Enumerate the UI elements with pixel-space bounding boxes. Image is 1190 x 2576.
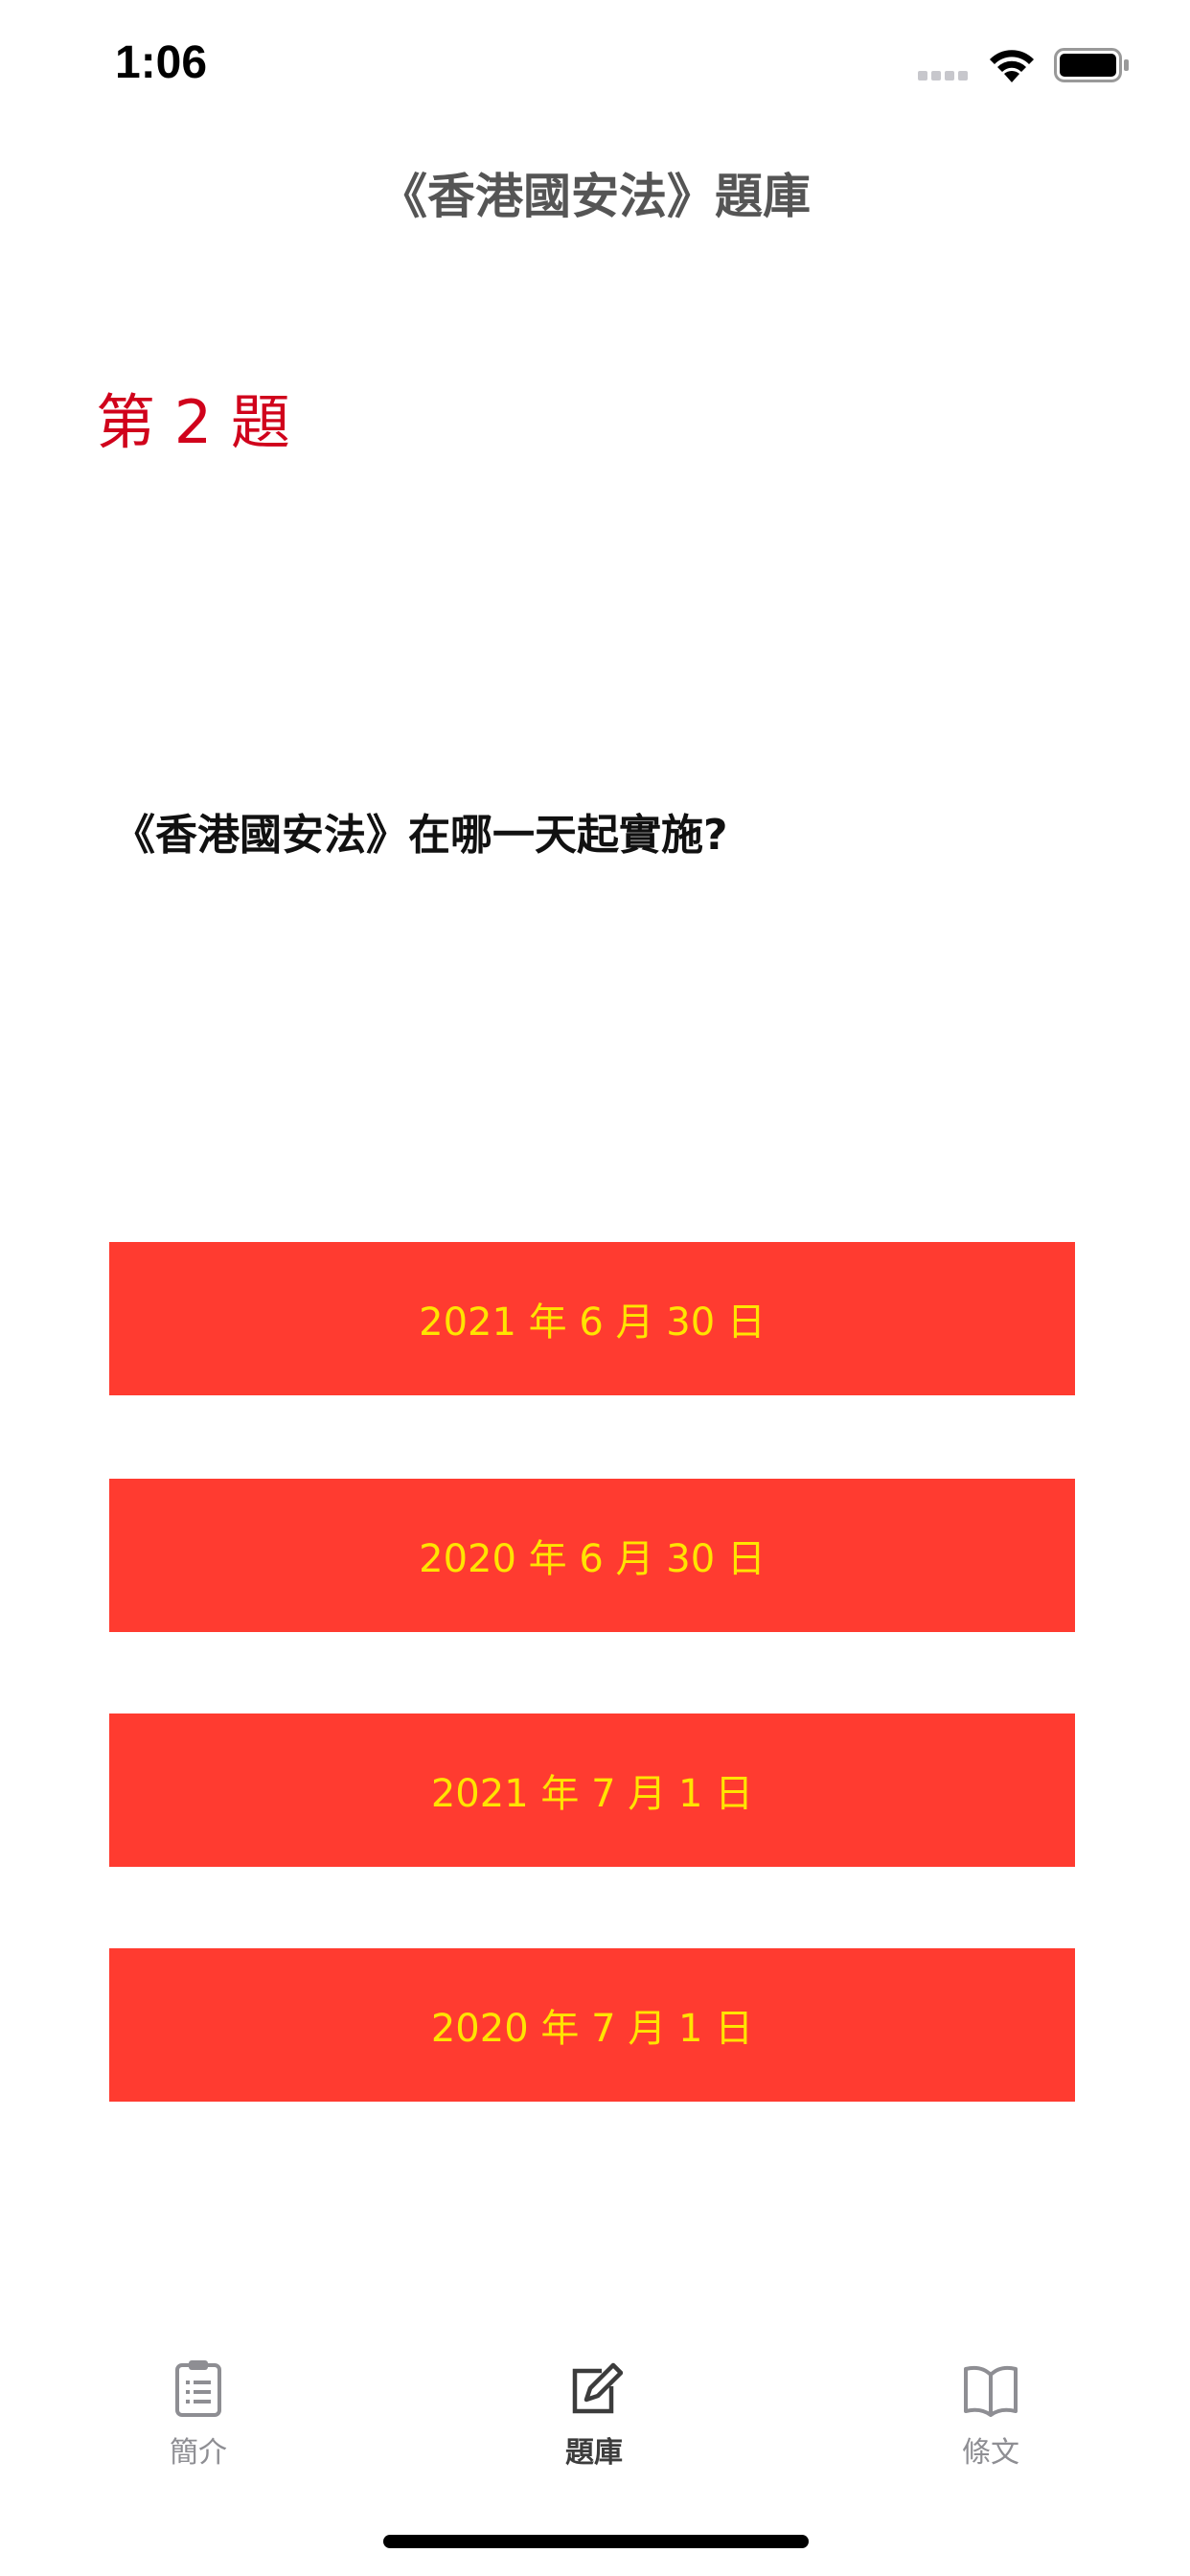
- tab-intro[interactable]: 簡介: [103, 2358, 294, 2471]
- battery-icon: [1054, 48, 1129, 82]
- tab-quiz[interactable]: 題庫: [498, 2358, 690, 2471]
- clipboard-icon: [175, 2360, 221, 2417]
- question-number: 第 2 題: [96, 387, 290, 457]
- page-title: 《香港國安法》題庫: [379, 169, 811, 224]
- tab-intro-label: 簡介: [170, 2436, 227, 2470]
- app-screen: 1:06 《香港國安法》題庫 第 2 題 《香港國安法》在哪一天起實施? 202…: [0, 0, 1190, 2576]
- answer-option-4[interactable]: 2020 年 7 月 1 日: [109, 1948, 1075, 2102]
- wifi-icon: [990, 50, 1034, 82]
- cellular-signal-icon: [918, 71, 968, 80]
- home-indicator[interactable]: [383, 2535, 809, 2548]
- question-text: 《香港國安法》在哪一天起實施?: [113, 811, 728, 860]
- tab-articles[interactable]: 條文: [895, 2358, 1087, 2471]
- answer-option-1[interactable]: 2021 年 6 月 30 日: [109, 1242, 1075, 1395]
- tab-quiz-label: 題庫: [565, 2436, 623, 2470]
- status-time: 1:06: [115, 37, 208, 88]
- book-icon: [964, 2365, 1018, 2417]
- answer-option-3[interactable]: 2021 年 7 月 1 日: [109, 1714, 1075, 1867]
- edit-icon: [572, 2362, 623, 2414]
- answer-option-2[interactable]: 2020 年 6 月 30 日: [109, 1479, 1075, 1632]
- tab-articles-label: 條文: [962, 2436, 1019, 2470]
